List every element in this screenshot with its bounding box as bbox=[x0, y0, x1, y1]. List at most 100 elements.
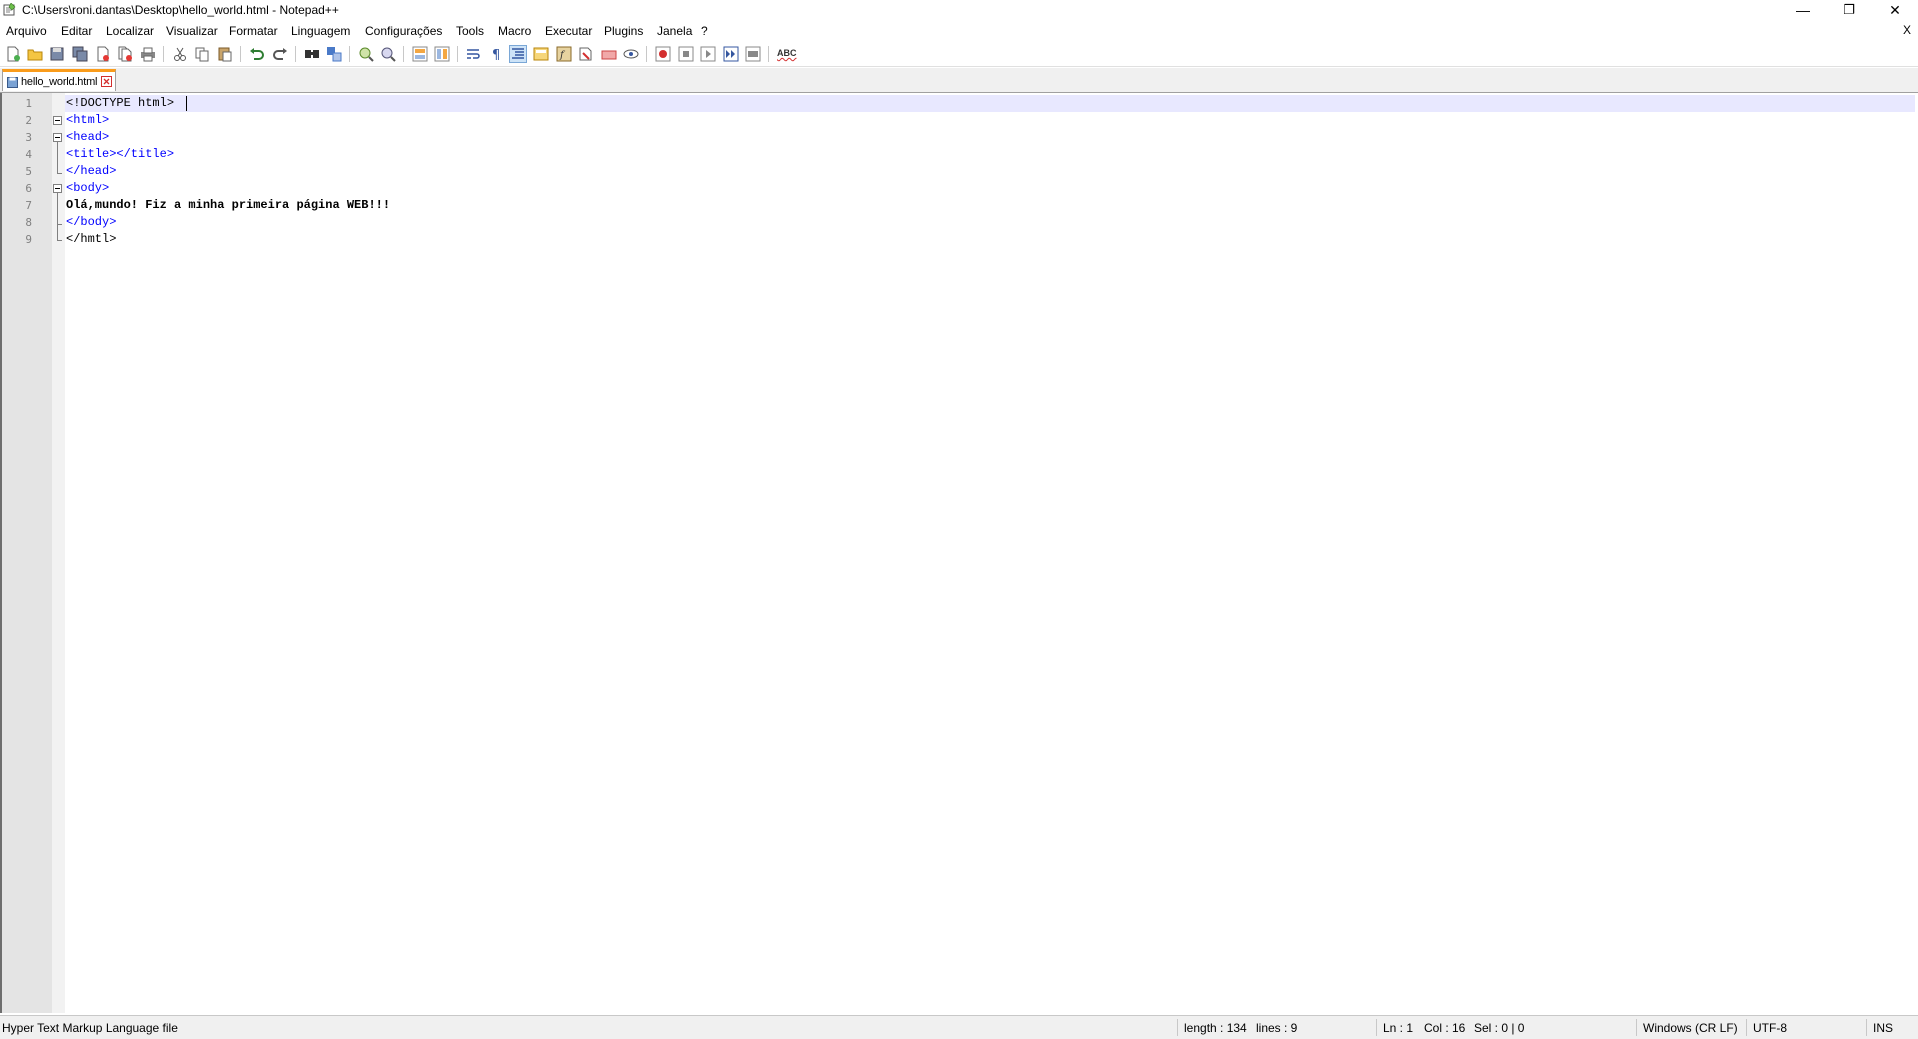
record-macro-icon[interactable] bbox=[655, 46, 671, 62]
toolbar: ¶ f ABC bbox=[0, 42, 1918, 67]
word-wrap-icon[interactable] bbox=[466, 46, 482, 62]
menu-arquivo[interactable]: Arquivo bbox=[6, 24, 47, 38]
menu-help[interactable]: ? bbox=[701, 24, 708, 38]
line-number: 1 bbox=[25, 97, 32, 110]
current-line-highlight bbox=[65, 95, 1915, 112]
menu-linguagem[interactable]: Linguagem bbox=[291, 24, 350, 38]
code-line: </body> bbox=[66, 215, 117, 229]
code-line: <html> bbox=[66, 113, 110, 127]
play-macro-icon[interactable] bbox=[700, 46, 716, 62]
tab-hello-world[interactable]: hello_world.html bbox=[2, 69, 116, 91]
status-separator bbox=[1177, 1019, 1178, 1036]
line-number: 3 bbox=[25, 131, 32, 144]
status-eol: Windows (CR LF) bbox=[1643, 1021, 1738, 1035]
menu-janela[interactable]: Janela bbox=[657, 24, 692, 38]
toolbar-separator bbox=[295, 46, 296, 62]
spellcheck-icon[interactable]: ABC bbox=[777, 46, 797, 62]
editor-area[interactable]: 1 2 3 4 5 6 7 8 9 <!DOCTYPE html> <html>… bbox=[0, 93, 1918, 1013]
close-tab-icon[interactable] bbox=[101, 76, 112, 87]
save-all-icon[interactable] bbox=[72, 46, 88, 62]
sync-vertical-icon[interactable] bbox=[412, 46, 428, 62]
svg-text:¶: ¶ bbox=[492, 48, 500, 62]
tab-bar: hello_world.html bbox=[0, 68, 1918, 93]
menu-executar[interactable]: Executar bbox=[545, 24, 592, 38]
menu-tools[interactable]: Tools bbox=[456, 24, 484, 38]
tab-label: hello_world.html bbox=[21, 76, 98, 88]
toolbar-separator bbox=[457, 46, 458, 62]
code-line: </head> bbox=[66, 164, 117, 178]
paste-icon[interactable] bbox=[217, 46, 233, 62]
code-line: <title></title> bbox=[66, 147, 175, 161]
fold-toggle-head[interactable] bbox=[53, 133, 62, 142]
code-line: Olá,mundo! Fiz a minha primeira página W… bbox=[66, 198, 391, 212]
close-window-button[interactable]: ✕ bbox=[1872, 0, 1918, 20]
window-title: C:\Users\roni.dantas\Desktop\hello_world… bbox=[22, 3, 339, 17]
status-encoding: UTF-8 bbox=[1753, 1021, 1787, 1035]
menu-plugins[interactable]: Plugins bbox=[604, 24, 643, 38]
menu-visualizar[interactable]: Visualizar bbox=[166, 24, 218, 38]
copy-icon[interactable] bbox=[194, 46, 210, 62]
status-file-type: Hyper Text Markup Language file bbox=[2, 1021, 178, 1035]
line-number: 6 bbox=[25, 182, 32, 195]
line-number: 8 bbox=[25, 216, 32, 229]
open-file-icon[interactable] bbox=[27, 46, 43, 62]
close-all-icon[interactable] bbox=[117, 46, 133, 62]
save-icon[interactable] bbox=[49, 46, 65, 62]
save-macro-icon[interactable] bbox=[745, 46, 761, 62]
status-line: Ln : 1 bbox=[1383, 1021, 1414, 1035]
print-icon[interactable] bbox=[140, 46, 156, 62]
status-separator bbox=[1376, 1019, 1377, 1036]
fold-line bbox=[57, 224, 62, 225]
zoom-out-icon[interactable] bbox=[380, 46, 396, 62]
title-bar: C:\Users\roni.dantas\Desktop\hello_world… bbox=[0, 0, 1918, 20]
status-separator bbox=[1866, 1019, 1867, 1036]
notepad-plus-plus-icon bbox=[3, 3, 16, 16]
menu-macro[interactable]: Macro bbox=[498, 24, 531, 38]
indent-guide-icon[interactable] bbox=[509, 45, 527, 63]
monitoring-icon[interactable] bbox=[601, 46, 617, 62]
text-caret bbox=[186, 96, 187, 111]
line-number: 7 bbox=[25, 199, 32, 212]
code-line: <body> bbox=[66, 181, 110, 195]
find-icon[interactable] bbox=[304, 46, 320, 62]
close-document-button[interactable]: X bbox=[1903, 23, 1911, 37]
code-line: </hmtl> bbox=[66, 232, 117, 246]
zoom-in-icon[interactable] bbox=[358, 46, 374, 62]
fold-line bbox=[57, 240, 62, 241]
fold-toggle-body[interactable] bbox=[53, 184, 62, 193]
menu-editar[interactable]: Editar bbox=[61, 24, 92, 38]
status-lines: lines : 9 bbox=[1256, 1021, 1298, 1035]
sync-horizontal-icon[interactable] bbox=[434, 46, 450, 62]
status-length: length : 134 bbox=[1184, 1021, 1247, 1035]
menu-configuracoes[interactable]: Configurações bbox=[365, 24, 442, 38]
cut-icon[interactable] bbox=[172, 46, 188, 62]
run-macro-multiple-icon[interactable] bbox=[723, 46, 739, 62]
eye-icon[interactable] bbox=[623, 46, 639, 62]
redo-icon[interactable] bbox=[272, 46, 288, 62]
fold-margin[interactable] bbox=[52, 93, 65, 1013]
toolbar-separator bbox=[768, 46, 769, 62]
doc-map-icon[interactable] bbox=[533, 46, 549, 62]
function-list-icon[interactable]: f bbox=[556, 46, 572, 62]
line-number: 4 bbox=[25, 148, 32, 161]
menu-formatar[interactable]: Formatar bbox=[229, 24, 278, 38]
show-all-chars-icon[interactable]: ¶ bbox=[488, 46, 504, 62]
saved-file-icon bbox=[7, 77, 18, 88]
toolbar-separator bbox=[163, 46, 164, 62]
stop-record-icon[interactable] bbox=[678, 46, 694, 62]
fold-toggle-html[interactable] bbox=[53, 116, 62, 125]
replace-icon[interactable] bbox=[326, 46, 342, 62]
fold-line bbox=[57, 193, 58, 241]
status-selection: Sel : 0 | 0 bbox=[1474, 1021, 1525, 1035]
minimize-button[interactable]: — bbox=[1780, 0, 1826, 20]
new-file-icon[interactable] bbox=[5, 46, 21, 62]
status-separator bbox=[1746, 1019, 1747, 1036]
line-number: 5 bbox=[25, 165, 32, 178]
undo-icon[interactable] bbox=[249, 46, 265, 62]
toolbar-separator bbox=[240, 46, 241, 62]
close-file-icon[interactable] bbox=[95, 46, 111, 62]
status-bar: Hyper Text Markup Language file length :… bbox=[0, 1015, 1918, 1039]
folder-as-workspace-icon[interactable] bbox=[578, 46, 594, 62]
restore-button[interactable]: ❐ bbox=[1826, 0, 1872, 20]
menu-localizar[interactable]: Localizar bbox=[106, 24, 154, 38]
